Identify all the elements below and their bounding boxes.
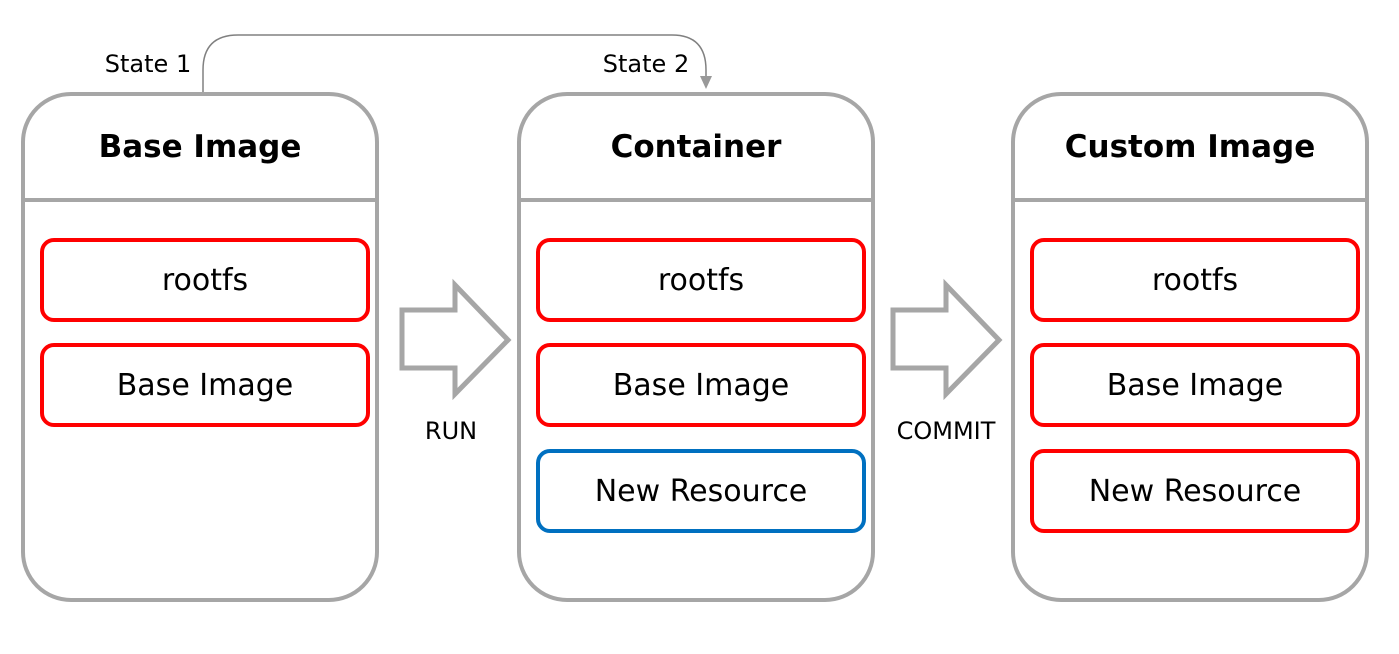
layer-base-image: Base Image (536, 343, 866, 427)
layer-base-image: Base Image (40, 343, 370, 427)
layer-new-resource: New Resource (1030, 449, 1360, 533)
panel-title: Base Image (25, 96, 375, 202)
state-1-label: State 1 (104, 50, 192, 78)
panel-title: Custom Image (1015, 96, 1365, 202)
panel-container: Container rootfs Base Image New Resource (517, 92, 875, 602)
panel-title: Container (521, 96, 871, 202)
run-arrow (399, 278, 512, 401)
layer-base-image: Base Image (1030, 343, 1360, 427)
run-label: RUN (424, 417, 478, 445)
state-connector-arrowhead (700, 76, 712, 89)
panel-base-image: Base Image rootfs Base Image (21, 92, 379, 602)
layer-new-resource: New Resource (536, 449, 866, 533)
panel-custom-image: Custom Image rootfs Base Image New Resou… (1011, 92, 1369, 602)
layer-rootfs: rootfs (1030, 238, 1360, 322)
commit-arrow (890, 278, 1003, 401)
layer-rootfs: rootfs (536, 238, 866, 322)
commit-label: COMMIT (896, 417, 996, 445)
state-2-label: State 2 (602, 50, 690, 78)
layer-rootfs: rootfs (40, 238, 370, 322)
